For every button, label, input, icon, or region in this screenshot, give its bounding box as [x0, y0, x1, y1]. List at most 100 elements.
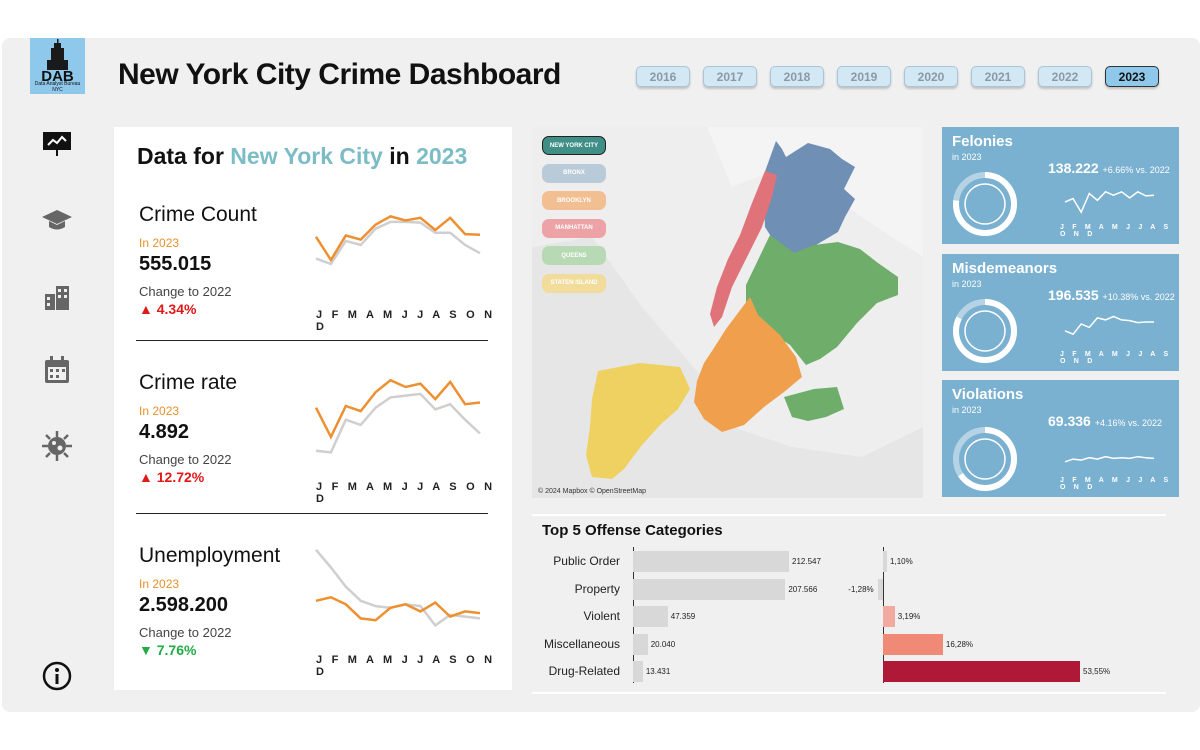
kpi-number: 196.535 [1048, 287, 1099, 303]
kpi-violations: Violations in 2023 69.336 +4.16% vs. 202… [942, 380, 1179, 497]
metric-change-label: Change to 2022 [139, 452, 232, 467]
metric-year-label: In 2023 [139, 404, 180, 418]
kpi-value: 138.222 +6.66% vs. 2022 [1048, 160, 1170, 176]
offense-change-bar[interactable] [883, 551, 888, 572]
offense-category-label: Public Order [553, 554, 620, 568]
offense-count-bar[interactable] [633, 633, 648, 655]
metric-year-label: In 2023 [139, 577, 180, 591]
metric-value: 4.892 [139, 421, 190, 443]
kpi-name: Violations [952, 386, 1024, 403]
kpi-year-label: in 2023 [952, 405, 982, 415]
metrics-panel: Data for New York City in 2023 Crime Cou… [114, 127, 512, 690]
kpi-name: Misdemeanors [952, 260, 1058, 277]
offense-category-label: Drug-Related [548, 664, 620, 678]
sparkline-2022 [315, 392, 481, 454]
offense-categories-chart: Top 5 Offense Categories Public Order 212… [532, 514, 1166, 694]
offense-count-bar[interactable] [633, 661, 643, 682]
kpi-number: 138.222 [1048, 160, 1099, 176]
heading-year: 2023 [416, 143, 468, 169]
year-button-2023[interactable]: 2023 [1105, 66, 1159, 87]
virus-icon[interactable] [41, 430, 73, 462]
year-button-2022[interactable]: 2022 [1038, 66, 1092, 87]
offense-count-value: 212.547 [792, 557, 821, 566]
metric-change-label: Change to 2022 [139, 284, 232, 299]
kpi-value: 69.336 +4.16% vs. 2022 [1048, 413, 1162, 429]
year-button-2018[interactable]: 2018 [770, 66, 824, 87]
month-labels: J F M A M J J A S O N D [316, 309, 496, 333]
offense-change-value: 3,19% [897, 612, 921, 621]
kpi-misdemeanors: Misdemeanors in 2023 196.535 +10.38% vs.… [942, 254, 1179, 371]
graduation-cap-icon[interactable] [41, 204, 73, 236]
metric-change: ▼ 7.76% [139, 642, 197, 658]
offense-change-value: 53,55% [1083, 667, 1111, 676]
nyc-borough-map[interactable]: NEW YORK CITY BRONX BROOKLYN MANHATTAN QUEEN… [532, 127, 923, 498]
panel-heading: Data for New York City in 2023 [137, 143, 467, 170]
kpi-change: +10.38% vs. 2022 [1102, 292, 1175, 302]
offense-change-value: -1,28% [848, 584, 874, 594]
offense-count-bar[interactable] [633, 606, 668, 627]
year-button-2019[interactable]: 2019 [837, 66, 891, 87]
legend-new-york-city[interactable]: NEW YORK CITY [542, 136, 606, 155]
kpi-month-labels: J F M A M J J A S O N D [1060, 351, 1172, 365]
sparkline-2023 [315, 595, 481, 622]
metric-change: ▲ 12.72% [139, 469, 205, 485]
legend-manhattan[interactable]: MANHATTAN [542, 218, 606, 238]
metric-change: ▲ 4.34% [139, 301, 197, 317]
crime-count-sparkline [314, 215, 481, 266]
kpi-sparkline [1064, 190, 1155, 214]
donut-chart [953, 299, 1017, 363]
page-title: New York City Crime Dashboard [118, 58, 561, 91]
year-button-2017[interactable]: 2017 [703, 66, 757, 87]
offense-category-label: Violent [583, 609, 620, 623]
month-labels: J F M A M J J A S O N D [316, 481, 496, 505]
metric-value: 555.015 [139, 253, 212, 275]
buildings-icon[interactable] [41, 280, 73, 312]
year-button-2021[interactable]: 2021 [971, 66, 1025, 87]
offense-title: Top 5 Offense Categories [542, 522, 723, 539]
logo-subtext: Data Analyst Bureau NYC [34, 81, 81, 93]
info-icon[interactable] [41, 660, 73, 692]
map-canvas [532, 127, 923, 498]
offense-category-label: Miscellaneous [543, 636, 620, 651]
kpi-month-labels: J F M A M J J A S O N D [1060, 477, 1172, 491]
year-button-2016[interactable]: 2016 [636, 66, 690, 87]
kpi-name: Felonies [952, 133, 1013, 150]
metric-name: Crime Count [139, 203, 257, 226]
kpi-month-labels: J F M A M J J A S O N D [1060, 224, 1172, 238]
legend-queens[interactable]: QUEENS [542, 246, 606, 265]
heading-area: New York City [230, 143, 383, 169]
calendar-icon[interactable] [41, 354, 73, 386]
metric-value: 2.598.200 [139, 594, 228, 616]
offense-count-value: 207.566 [788, 584, 818, 594]
offense-count-bar[interactable] [633, 551, 789, 572]
offense-change-bar[interactable] [883, 633, 943, 655]
offense-change-value: 16,28% [945, 639, 974, 649]
offense-count-value: 20.040 [650, 639, 676, 649]
legend-brooklyn[interactable]: BROOKLYN [542, 191, 606, 210]
offense-count-bar[interactable] [633, 578, 786, 600]
offense-change-bar[interactable] [883, 606, 895, 627]
unemployment-sparkline [315, 548, 481, 628]
legend-staten-island[interactable]: STATEN ISLAND [542, 273, 606, 293]
year-button-2020[interactable]: 2020 [904, 66, 958, 87]
offense-count-value: 13.431 [645, 667, 671, 676]
offense-change-bar[interactable] [883, 661, 1080, 682]
metric-name: Crime rate [139, 371, 238, 394]
year-selector: 2016 2017 2018 2019 2020 2021 2022 2023 [636, 66, 1159, 87]
dab-logo: DAB Data Analyst Bureau NYC [30, 38, 85, 94]
offense-change-bar[interactable] [878, 578, 883, 600]
heading-prefix: Data for [137, 143, 231, 169]
kpi-sparkline [1064, 315, 1154, 336]
map-attribution: © 2024 Mapbox © OpenStreetMap [538, 488, 646, 495]
donut-chart [953, 427, 1017, 491]
kpi-year-label: in 2023 [952, 152, 982, 162]
heading-mid: in [382, 143, 417, 169]
metric-change-label: Change to 2022 [139, 625, 232, 640]
kpi-felonies: Felonies in 2023 138.222 +6.66% vs. 2022… [942, 127, 1179, 244]
offense-count-value: 47.359 [670, 612, 696, 621]
donut-chart [953, 172, 1017, 236]
legend-bronx[interactable]: BRONX [542, 163, 606, 183]
presentation-chart-icon[interactable] [41, 128, 73, 160]
divider [136, 340, 488, 341]
offense-change-value: 1,10% [890, 557, 913, 566]
